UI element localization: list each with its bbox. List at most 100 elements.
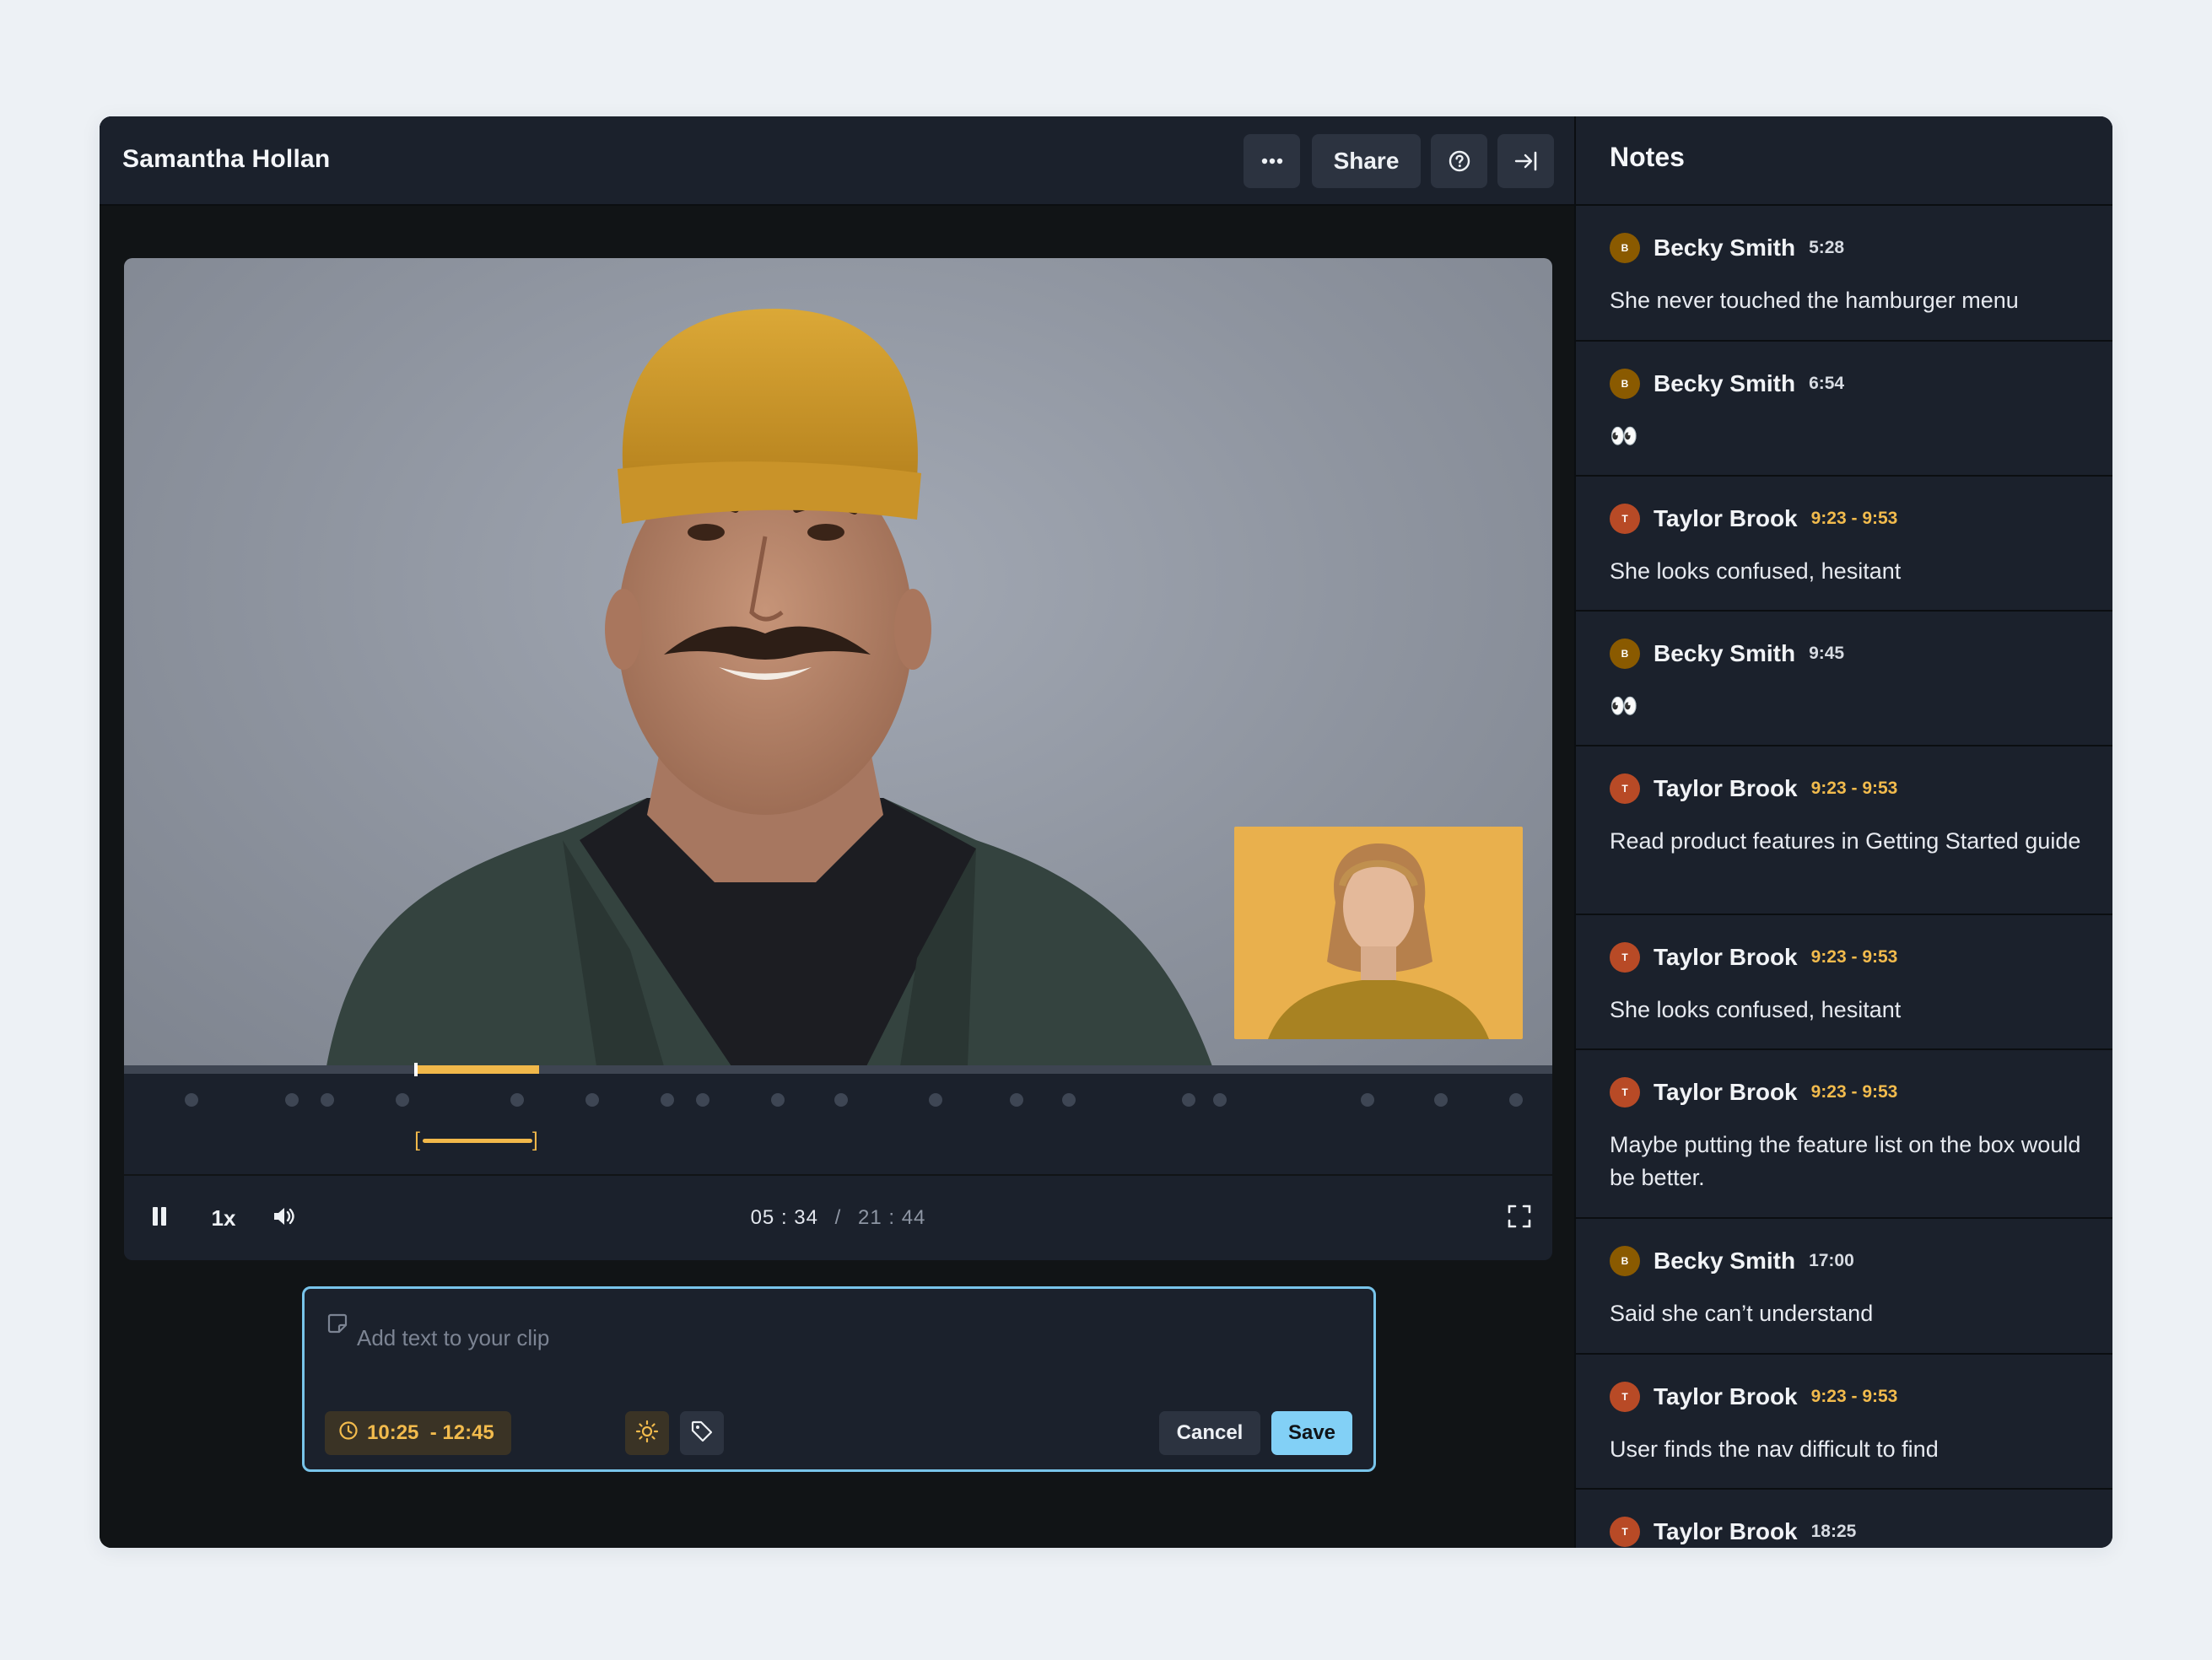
note-item[interactable]: B Becky Smith 17:00 Said she can’t under… [1576,1219,2112,1355]
note-marker[interactable] [1509,1093,1523,1107]
note-item[interactable]: T Taylor Brook 9:23 - 9:53 Read product … [1576,746,2112,915]
clip-end-handle[interactable]: ] [532,1129,538,1152]
video-workspace: Samantha Hollan Share [] 1x 05: 34 / 2… [100,116,1574,1548]
note-marker[interactable] [1213,1093,1227,1107]
note-marker[interactable] [771,1093,785,1107]
note-marker[interactable] [396,1093,409,1107]
note-marker[interactable] [1062,1093,1076,1107]
note-time-range[interactable]: 9:23 - 9:53 [1811,1082,1898,1102]
note-emoji: 👀 [1610,693,1638,719]
note-author: Becky Smith [1654,640,1796,666]
note-marker[interactable] [661,1093,674,1107]
note-author: Becky Smith [1654,370,1796,396]
note-marker[interactable] [585,1093,599,1107]
note-time-range[interactable]: 9:23 - 9:53 [1811,1387,1898,1407]
share-button[interactable]: Share [1312,134,1421,188]
note-author: Taylor Brook [1654,775,1798,801]
note-author: Taylor Brook [1654,944,1798,970]
note-item[interactable]: B Becky Smith 5:28 She never touched the… [1576,206,2112,342]
note-text: Maybe putting the feature list on the bo… [1610,1132,2081,1190]
note-item[interactable]: T Taylor Brook 9:23 - 9:53 User finds th… [1576,1355,2112,1490]
note-timestamp[interactable]: 17:00 [1809,1251,1854,1271]
video-frame[interactable] [124,258,1552,1066]
note-marker[interactable] [929,1093,942,1107]
note-item[interactable]: T Taylor Brook 9:23 - 9:53 Maybe putting… [1576,1050,2112,1219]
note-marker[interactable] [285,1093,299,1107]
highlight-button[interactable] [625,1411,669,1455]
note-marker[interactable] [321,1093,334,1107]
note-marker[interactable] [1010,1093,1023,1107]
note-item[interactable]: T Taylor Brook 9:23 - 9:53 She looks con… [1576,477,2112,612]
notes-title: Notes [1610,142,1685,172]
avatar: T [1610,1517,1640,1547]
note-author: Becky Smith [1654,1248,1796,1274]
clip-text-input[interactable] [323,1304,1335,1372]
note-timestamp[interactable]: 6:54 [1809,374,1844,394]
time-readout: 05 : 34 / 21 : 44 [124,1206,1552,1230]
note-marker[interactable] [1361,1093,1374,1107]
note-item[interactable]: T Taylor Brook 18:25 [1576,1490,2112,1548]
note-time-range[interactable]: 9:23 - 9:53 [1811,779,1898,799]
note-timestamp[interactable]: 9:45 [1809,644,1844,664]
note-emoji: 👀 [1610,423,1638,449]
player-controls: 1x 05 : 34 / 21 : 44 [124,1174,1552,1260]
notes-panel: Notes B Becky Smith 5:28 She never touch… [1574,116,2112,1548]
clip-time-range-button[interactable]: 10:25 - 12:45 [325,1411,511,1455]
note-time-range[interactable]: 9:23 - 9:53 [1811,947,1898,967]
app-window: Samantha Hollan Share [] 1x 05: 34 / 2… [100,116,2112,1548]
cancel-button[interactable]: Cancel [1159,1411,1260,1455]
page-title: Samantha Hollan [122,145,331,173]
note-author: Taylor Brook [1654,505,1798,531]
note-text: Said she can’t understand [1610,1301,1874,1326]
collapse-panel-icon [1513,150,1539,172]
note-item[interactable]: T Taylor Brook 9:23 - 9:53 She looks con… [1576,915,2112,1050]
interviewer-video-pip[interactable] [1234,827,1523,1039]
tag-button[interactable] [680,1411,724,1455]
clock-icon [338,1420,359,1447]
note-author: Taylor Brook [1654,1383,1798,1409]
note-text: She looks confused, hesitant [1610,997,1902,1022]
note-marker[interactable] [510,1093,524,1107]
clip-editor: 10:25 - 12:45 Cancel Save [302,1286,1376,1472]
save-button[interactable]: Save [1271,1411,1352,1455]
top-bar: Samantha Hollan Share [100,116,1574,206]
note-marker[interactable] [696,1093,709,1107]
note-text: She never touched the hamburger menu [1610,288,2019,313]
note-author: Taylor Brook [1654,1518,1798,1544]
video-player[interactable]: [ ] 1x 05 : 34 / 21 : 44 [124,258,1552,1260]
interviewer-video-image [1268,843,1489,1039]
more-button[interactable] [1244,134,1300,188]
avatar: T [1610,773,1640,804]
clip-range-bar[interactable] [423,1139,532,1143]
note-text: She looks confused, hesitant [1610,558,1902,584]
note-marker[interactable] [185,1093,198,1107]
note-marker[interactable] [834,1093,848,1107]
fullscreen-icon [1508,1205,1531,1232]
note-timestamp[interactable]: 18:25 [1811,1522,1857,1542]
time-separator: / [834,1206,842,1229]
tag-icon [690,1420,714,1447]
sun-icon [635,1420,659,1447]
note-author: Taylor Brook [1654,1079,1798,1105]
note-marker[interactable] [1182,1093,1195,1107]
note-timestamp[interactable]: 5:28 [1809,238,1844,258]
clip-start-handle[interactable]: [ [414,1129,420,1152]
notes-header: Notes [1576,116,2112,206]
progress-clip-highlight [416,1065,539,1074]
note-time-range[interactable]: 9:23 - 9:53 [1811,509,1898,529]
avatar: B [1610,369,1640,399]
note-text: User finds the nav difficult to find [1610,1436,1939,1462]
note-marker[interactable] [1434,1093,1448,1107]
playhead[interactable] [414,1063,418,1076]
avatar: T [1610,1382,1640,1412]
help-circle-icon [1448,149,1471,173]
note-item[interactable]: B Becky Smith 6:54 👀 [1576,342,2112,477]
avatar: T [1610,942,1640,973]
collapse-panel-button[interactable] [1497,134,1554,188]
help-button[interactable] [1431,134,1487,188]
avatar: T [1610,1077,1640,1108]
avatar: T [1610,504,1640,534]
fullscreen-button[interactable] [1503,1201,1536,1235]
progress-track[interactable] [124,1065,1552,1074]
note-item[interactable]: B Becky Smith 9:45 👀 [1576,612,2112,746]
